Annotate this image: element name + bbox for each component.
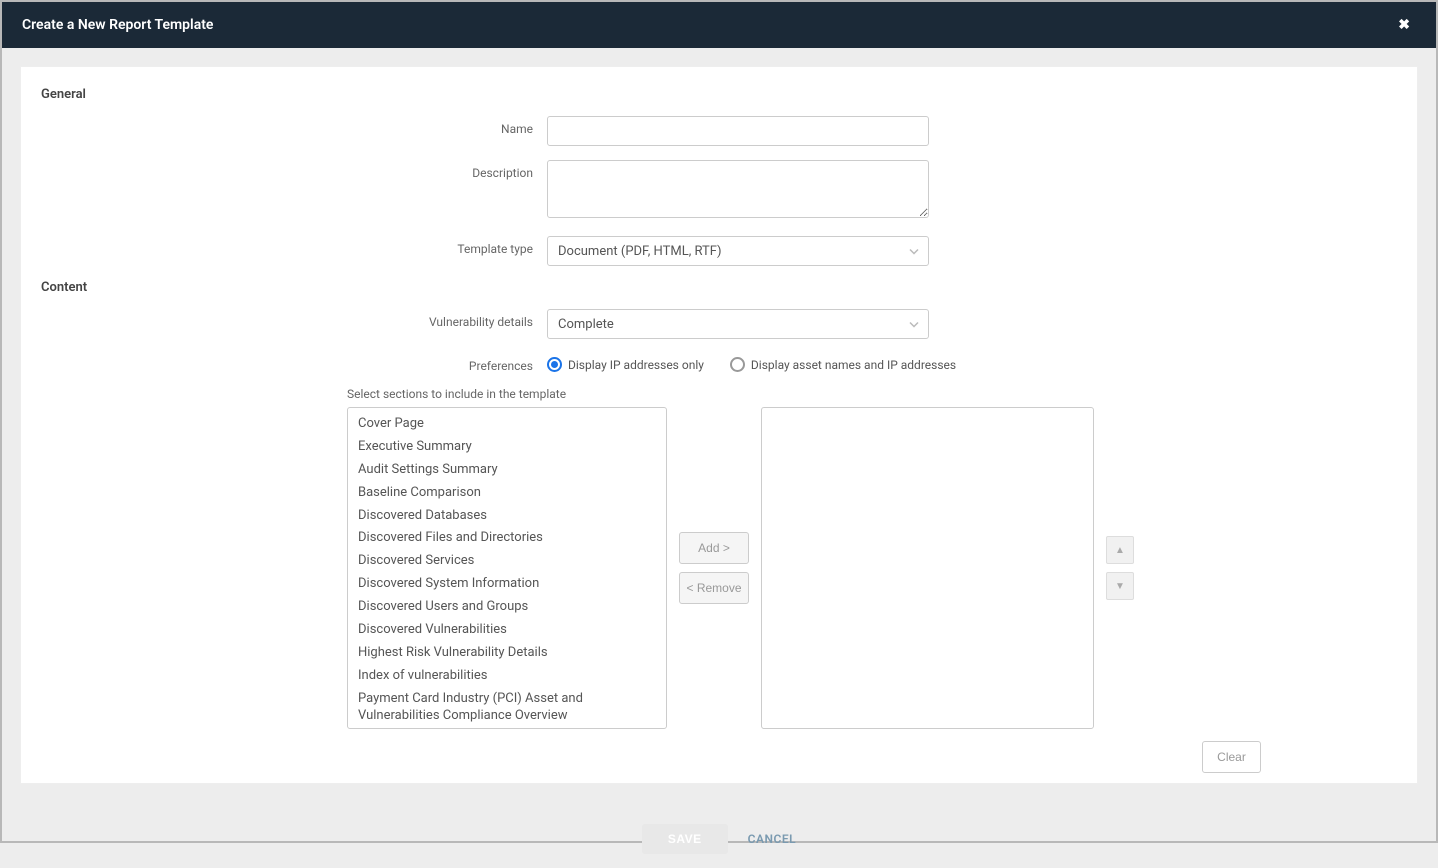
modal-title: Create a New Report Template bbox=[22, 17, 213, 33]
modal-body: General Name Description Template type D… bbox=[20, 66, 1418, 784]
caret-up-icon: ▲ bbox=[1115, 545, 1125, 556]
vuln-details-value: Complete bbox=[558, 317, 614, 332]
cancel-button[interactable]: CANCEL bbox=[748, 832, 796, 846]
move-down-button[interactable]: ▼ bbox=[1106, 572, 1134, 600]
field-description-row: Description bbox=[41, 160, 1397, 222]
pref-radio-ip-only-label: Display IP addresses only bbox=[568, 358, 704, 372]
section-content-title: Content bbox=[41, 280, 1397, 295]
list-item[interactable]: Discovered Files and Directories bbox=[348, 527, 666, 550]
pref-radio-names-and-ip-label: Display asset names and IP addresses bbox=[751, 358, 956, 372]
template-type-label: Template type bbox=[41, 236, 547, 256]
radio-icon bbox=[547, 357, 562, 372]
picker-caption: Select sections to include in the templa… bbox=[347, 387, 1397, 401]
vuln-details-label: Vulnerability details bbox=[41, 309, 547, 329]
available-sections-listbox[interactable]: Cover PageExecutive SummaryAudit Setting… bbox=[347, 407, 667, 729]
close-icon[interactable]: ✖ bbox=[1392, 13, 1416, 37]
list-item[interactable]: Cover Page bbox=[348, 408, 666, 436]
template-type-value: Document (PDF, HTML, RTF) bbox=[558, 244, 721, 259]
modal-footer: SAVE CANCEL bbox=[2, 802, 1436, 868]
pref-radio-names-and-ip[interactable]: Display asset names and IP addresses bbox=[730, 357, 956, 372]
list-item[interactable]: Discovered Users and Groups bbox=[348, 596, 666, 619]
move-up-button[interactable]: ▲ bbox=[1106, 536, 1134, 564]
list-item[interactable]: Executive Summary bbox=[348, 436, 666, 459]
description-input[interactable] bbox=[547, 160, 929, 218]
field-name-row: Name bbox=[41, 116, 1397, 146]
field-vuln-details-row: Vulnerability details Complete bbox=[41, 309, 1397, 339]
list-item[interactable]: Baseline Comparison bbox=[348, 482, 666, 505]
name-label: Name bbox=[41, 116, 547, 136]
remove-button[interactable]: < Remove bbox=[679, 572, 749, 604]
add-button[interactable]: Add > bbox=[679, 532, 749, 564]
list-item[interactable]: Discovered System Information bbox=[348, 573, 666, 596]
pref-radio-ip-only[interactable]: Display IP addresses only bbox=[547, 357, 704, 372]
reorder-buttons: ▲ ▼ bbox=[1106, 536, 1136, 600]
name-input[interactable] bbox=[547, 116, 929, 146]
section-picker: Select sections to include in the templa… bbox=[347, 387, 1397, 773]
list-item[interactable]: Index of vulnerabilities bbox=[348, 665, 666, 688]
transfer-buttons: Add > < Remove bbox=[679, 532, 749, 604]
radio-icon bbox=[730, 357, 745, 372]
vuln-details-select[interactable]: Complete bbox=[547, 309, 929, 339]
save-button[interactable]: SAVE bbox=[642, 824, 728, 854]
list-item[interactable]: Discovered Databases bbox=[348, 505, 666, 528]
section-general-title: General bbox=[41, 87, 1397, 102]
modal-container: Create a New Report Template ✖ General N… bbox=[0, 0, 1438, 843]
field-preferences-row: Preferences Display IP addresses only Di… bbox=[41, 353, 1397, 373]
clear-button[interactable]: Clear bbox=[1202, 741, 1261, 773]
list-item[interactable]: Highest Risk Vulnerability Details bbox=[348, 642, 666, 665]
list-item[interactable]: Audit Settings Summary bbox=[348, 459, 666, 482]
modal-header: Create a New Report Template ✖ bbox=[2, 2, 1436, 48]
selected-sections-listbox[interactable] bbox=[761, 407, 1094, 729]
template-type-select[interactable]: Document (PDF, HTML, RTF) bbox=[547, 236, 929, 266]
preferences-label: Preferences bbox=[41, 353, 547, 373]
description-label: Description bbox=[41, 160, 547, 180]
list-item[interactable]: Payment Card Industry (PCI) Asset and Vu… bbox=[348, 688, 666, 728]
field-template-type-row: Template type Document (PDF, HTML, RTF) bbox=[41, 236, 1397, 266]
list-item[interactable]: Discovered Services bbox=[348, 550, 666, 573]
list-item[interactable]: Discovered Vulnerabilities bbox=[348, 619, 666, 642]
caret-down-icon: ▼ bbox=[1115, 581, 1125, 592]
